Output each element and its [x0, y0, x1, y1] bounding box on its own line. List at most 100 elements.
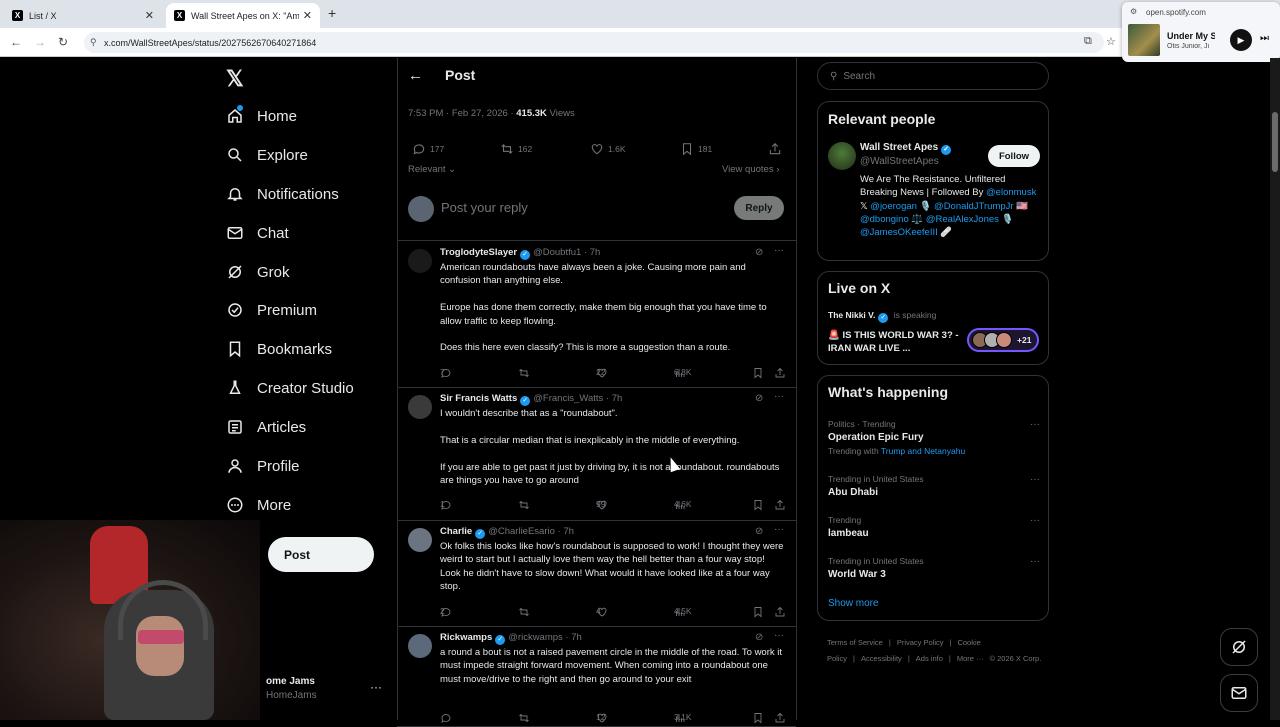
mention-link[interactable]: @dbongino	[860, 214, 909, 225]
more-options-icon[interactable]: ···	[1030, 515, 1040, 526]
trend-item[interactable]: Trending in United States World War 3 ···	[828, 556, 1040, 580]
mention-link[interactable]: @RealAlexJones	[926, 214, 999, 225]
views-action[interactable]: 4.6K	[674, 499, 692, 511]
more-options-icon[interactable]: ···	[1030, 419, 1040, 430]
grok-explain-icon[interactable]: ⊘	[755, 393, 763, 404]
avatar[interactable]	[828, 142, 856, 170]
author-name[interactable]: TroglodyteSlayer	[440, 247, 517, 258]
share-action[interactable]	[774, 712, 790, 724]
reply-action[interactable]: 177	[412, 142, 444, 156]
share-action[interactable]	[774, 606, 790, 618]
reply-action[interactable]: 7	[440, 367, 456, 379]
browser-tab-list[interactable]: X List / X ✕	[4, 3, 162, 28]
person-name[interactable]: Wall Street Apes ✓	[860, 142, 954, 155]
share-action[interactable]	[768, 142, 786, 156]
listener-avatars[interactable]: +21	[967, 328, 1039, 352]
more-options-icon[interactable]: ···	[1030, 556, 1040, 567]
more-options-icon[interactable]: ···	[774, 524, 784, 535]
avatar[interactable]	[408, 249, 432, 273]
account-name[interactable]: ome Jams	[266, 676, 315, 687]
footer-link[interactable]: Privacy Policy	[897, 638, 944, 647]
repost-action[interactable]	[518, 606, 534, 618]
grok-explain-icon[interactable]: ⊘	[755, 247, 763, 258]
x-logo-icon[interactable]: 𝕏	[226, 66, 244, 92]
post-button[interactable]: Post	[268, 537, 374, 572]
repost-action[interactable]	[518, 499, 534, 511]
reply-tweet[interactable]: Sir Francis Watts ✓ @Francis_Watts · 7h ⊘ ··…	[397, 387, 796, 520]
author-name[interactable]: Charlie	[440, 526, 472, 537]
reply-action[interactable]: 2	[440, 606, 456, 618]
more-options-icon[interactable]: ···	[774, 245, 784, 256]
grok-explain-icon[interactable]: ⊘	[755, 526, 763, 537]
play-icon[interactable]: ▶	[1230, 29, 1252, 51]
views-action[interactable]: 4.5K	[674, 606, 692, 618]
author-name[interactable]: Rickwamps	[440, 632, 492, 643]
sidebar-item-notifications[interactable]: Notifications	[226, 180, 339, 208]
url-field[interactable]: ⚲ x.com/WallStreetApes/status/2027562670…	[84, 32, 1104, 53]
bookmark-action[interactable]	[752, 712, 768, 724]
media-settings-icon[interactable]: ⚙	[1130, 7, 1137, 16]
more-options-icon[interactable]: ···	[774, 391, 784, 402]
site-info-icon[interactable]: ⚲	[90, 37, 97, 48]
bookmark-action[interactable]	[752, 367, 768, 379]
back-arrow-icon[interactable]: ←	[408, 67, 423, 84]
bookmark-action[interactable]	[752, 499, 768, 511]
reply-tweet[interactable]: Rickwamps ✓ @rickwamps · 7h ⊘ ··· a round a b…	[397, 626, 796, 726]
mention-link[interactable]: @elonmusk	[986, 187, 1036, 198]
mention-link[interactable]: @joerogan	[870, 201, 917, 212]
sidebar-item-chat[interactable]: Chat	[226, 219, 289, 247]
sidebar-item-premium[interactable]: Premium	[226, 296, 317, 324]
live-host[interactable]: The Nikki V. ✓ is speaking	[828, 310, 936, 323]
footer-link[interactable]: © 2026 X Corp.	[990, 654, 1042, 663]
grok-explain-icon[interactable]: ⊘	[755, 632, 763, 643]
show-more-link[interactable]: Show more	[828, 598, 879, 609]
repost-action[interactable]	[518, 712, 534, 724]
more-options-icon[interactable]: ···	[1030, 474, 1040, 485]
avatar[interactable]	[408, 395, 432, 419]
mention-link[interactable]: @JamesOKeefeIII	[860, 227, 938, 238]
avatar[interactable]	[408, 634, 432, 658]
reply-tweet[interactable]: TroglodyteSlayer ✓ @Doubtfu1 · 7h ⊘ ··· Ameri…	[397, 241, 796, 387]
trend-item[interactable]: Politics · Trending Operation Epic Fury Tr…	[828, 419, 1040, 456]
back-arrow-icon[interactable]: ←	[10, 35, 22, 49]
tab-close-icon[interactable]: ✕	[145, 9, 154, 22]
views-action[interactable]: 6.8K	[674, 367, 692, 379]
sidebar-item-bookmarks[interactable]: Bookmarks	[226, 335, 332, 363]
bookmark-star-icon[interactable]: ☆	[1106, 35, 1116, 48]
reply-tweet[interactable]: Charlie ✓ @CharlieEsario · 7h ⊘ ··· Ok folks …	[397, 520, 796, 626]
view-quotes-link[interactable]: View quotes ›	[722, 164, 779, 175]
browser-tab-post[interactable]: X Wall Street Apes on X: "America... ✕	[166, 3, 320, 28]
live-space-title[interactable]: 🚨 IS THIS WORLD WAR 3? - IRAN WAR LIVE .…	[828, 329, 968, 355]
like-action[interactable]: 1.6K	[590, 142, 626, 156]
sort-dropdown[interactable]: Relevant ⌄	[408, 164, 456, 175]
trend-item[interactable]: Trending lambeau ···	[828, 515, 1040, 539]
forward-arrow-icon[interactable]: →	[34, 35, 46, 49]
trend-item[interactable]: Trending in United States Abu Dhabi ···	[828, 474, 1040, 498]
repost-action[interactable]	[518, 367, 534, 379]
more-options-icon[interactable]: ···	[774, 630, 784, 641]
views-action[interactable]: 3.1K	[674, 712, 692, 724]
install-app-icon[interactable]: ⧉	[1084, 35, 1092, 48]
bookmark-action[interactable]	[752, 606, 768, 618]
like-action[interactable]: 22	[596, 367, 612, 379]
search-input[interactable]: ⚲ Search	[817, 62, 1049, 90]
footer-link[interactable]: Terms of Service	[827, 638, 883, 647]
tab-close-icon[interactable]: ✕	[303, 9, 312, 22]
like-action[interactable]: 99	[596, 499, 612, 511]
reply-button[interactable]: Reply	[734, 196, 784, 220]
mention-link[interactable]: @DonaldJTrumpJr	[934, 201, 1014, 212]
bookmark-action[interactable]: 181	[680, 142, 712, 156]
sidebar-item-grok[interactable]: Grok	[226, 258, 290, 286]
sidebar-item-articles[interactable]: Articles	[226, 413, 306, 441]
reply-action[interactable]: 1	[440, 499, 456, 511]
account-more-icon[interactable]: ···	[370, 680, 382, 694]
share-action[interactable]	[774, 499, 790, 511]
sidebar-item-explore[interactable]: Explore	[226, 141, 308, 169]
reload-icon[interactable]: ↻	[58, 35, 68, 49]
new-tab-icon[interactable]: +	[328, 5, 336, 21]
follow-button[interactable]: Follow	[988, 145, 1040, 167]
avatar[interactable]	[408, 528, 432, 552]
author-name[interactable]: Sir Francis Watts	[440, 393, 517, 404]
scrollbar-thumb[interactable]	[1272, 112, 1278, 172]
like-action[interactable]: 4	[596, 606, 612, 618]
